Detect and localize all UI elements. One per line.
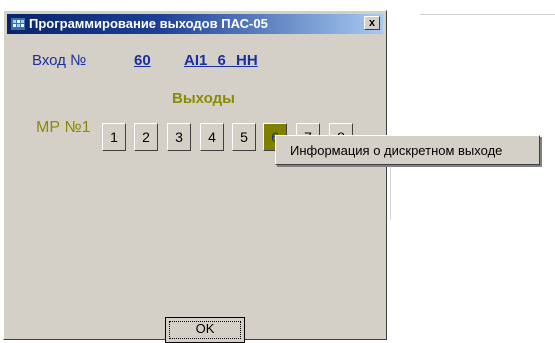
title-bar[interactable]: Программирование выходов ПАС-05 x <box>7 14 383 34</box>
background-divider <box>420 14 555 15</box>
menu-item-output-info[interactable]: Информация о дискретном выходе <box>290 143 502 158</box>
output-button-1[interactable]: 1 <box>102 123 126 151</box>
window-title: Программирование выходов ПАС-05 <box>29 16 268 31</box>
output-button-5[interactable]: 5 <box>232 123 256 151</box>
input-code[interactable]: AI1 6 HH <box>184 52 258 69</box>
context-menu: Информация о дискретном выходе <box>275 135 540 165</box>
output-button-4[interactable]: 4 <box>200 123 224 151</box>
ok-button[interactable]: OK <box>165 317 245 343</box>
outputs-heading: Выходы <box>172 90 235 107</box>
close-button[interactable]: x <box>364 16 380 30</box>
input-label: Вход № <box>32 52 87 69</box>
close-icon: x <box>368 17 376 29</box>
relay-module-label: МР №1 <box>36 119 91 136</box>
dialog-window: Программирование выходов ПАС-05 x Вход №… <box>3 10 387 343</box>
app-icon <box>11 18 25 30</box>
input-number[interactable]: 60 <box>134 52 151 69</box>
focus-rect <box>169 321 241 339</box>
output-button-3[interactable]: 3 <box>167 123 191 151</box>
output-button-2[interactable]: 2 <box>134 123 158 151</box>
